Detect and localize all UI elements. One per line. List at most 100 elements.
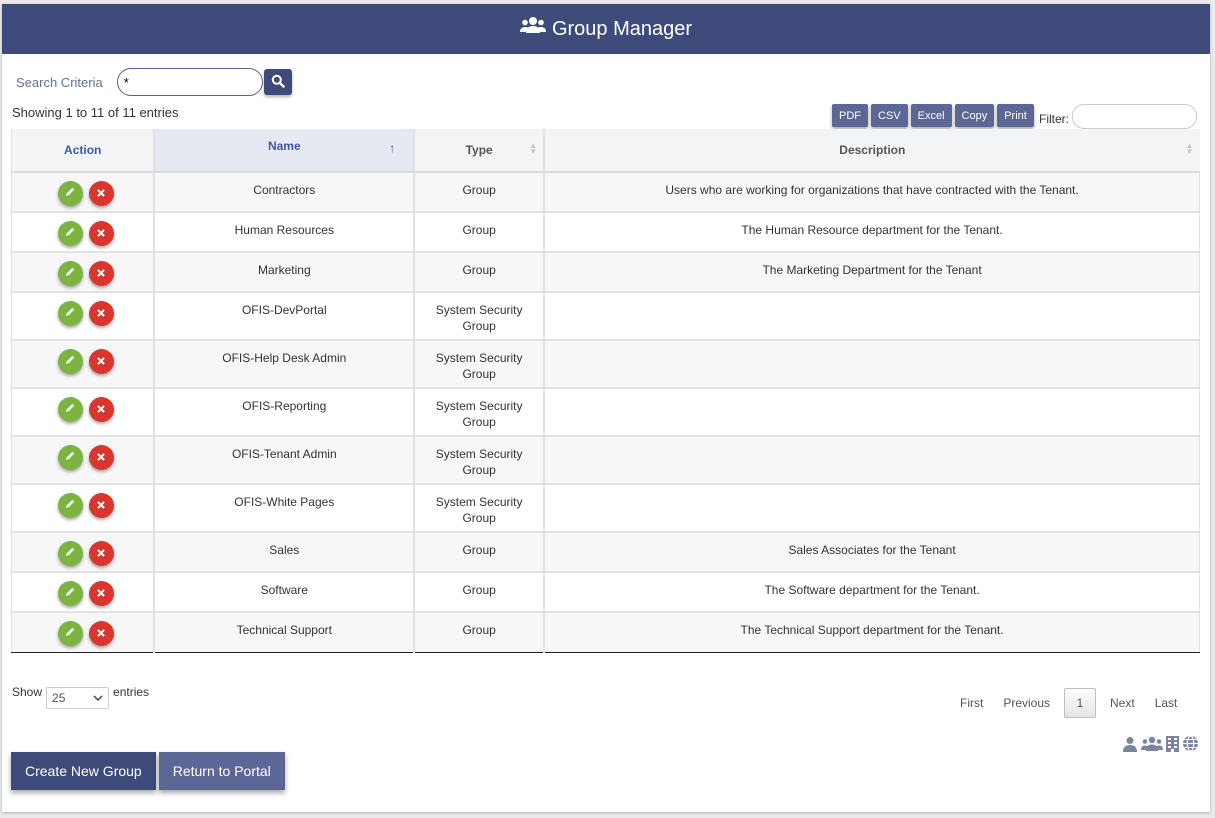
table-header-row: Action Name ↑ Type ▲ ▼ Description ▲ ▼ xyxy=(11,129,1200,173)
delete-button[interactable] xyxy=(88,181,114,206)
action-cell xyxy=(11,436,155,485)
type-cell: Group xyxy=(413,212,545,253)
table-row: OFIS-Tenant Admin System Security Group xyxy=(11,436,1201,485)
name-cell: OFIS-DevPortal xyxy=(153,292,415,341)
export-pdf-button[interactable]: PDF xyxy=(832,104,868,127)
name-cell: OFIS-Reporting xyxy=(153,388,415,437)
users-icon xyxy=(1141,736,1163,757)
table-row: Sales Group Sales Associates for the Tenan… xyxy=(11,532,1201,573)
edit-button[interactable] xyxy=(57,261,83,286)
search-label: Search Criteria xyxy=(16,74,103,90)
close-icon xyxy=(96,498,106,514)
table-row: OFIS-Reporting System Security Group xyxy=(11,388,1201,437)
type-cell: System Security Group xyxy=(413,484,545,533)
table-row: OFIS-White Pages System Security Group xyxy=(11,484,1201,533)
column-header-description[interactable]: Description ▲ ▼ xyxy=(543,129,1200,173)
action-cell xyxy=(11,532,155,573)
description-cell: The Marketing Department for the Tenant xyxy=(543,252,1201,293)
table-row: OFIS-DevPortal System Security Group xyxy=(11,292,1201,341)
close-icon xyxy=(96,626,106,642)
pagination-previous[interactable]: Previous xyxy=(993,696,1060,710)
delete-button[interactable] xyxy=(88,349,114,374)
pencil-icon xyxy=(64,354,76,370)
export-toolbar: PDF CSV Excel Copy Print xyxy=(832,104,1037,127)
action-cell xyxy=(11,572,155,613)
search-input[interactable] xyxy=(116,68,263,96)
delete-button[interactable] xyxy=(88,581,114,606)
delete-button[interactable] xyxy=(88,221,114,246)
filter-label: Filter: xyxy=(1039,111,1069,126)
return-to-portal-button[interactable]: Return to Portal xyxy=(158,752,285,790)
pagination-next[interactable]: Next xyxy=(1100,696,1145,710)
edit-button[interactable] xyxy=(57,541,83,566)
type-cell: System Security Group xyxy=(413,388,545,437)
column-header-type[interactable]: Type ▲ ▼ xyxy=(413,129,545,173)
print-button[interactable]: Print xyxy=(997,104,1034,127)
edit-button[interactable] xyxy=(57,581,83,606)
pencil-icon xyxy=(64,306,76,322)
filter-input[interactable] xyxy=(1072,104,1197,129)
bottom-actions: Create New Group Return to Portal xyxy=(11,752,288,790)
description-cell xyxy=(543,436,1201,485)
table-row: Software Group The Software department for… xyxy=(11,572,1201,613)
search-button[interactable] xyxy=(263,69,292,95)
search-icon xyxy=(271,74,285,91)
export-csv-button[interactable]: CSV xyxy=(871,104,908,127)
delete-button[interactable] xyxy=(88,541,114,566)
close-icon xyxy=(96,546,106,562)
table-row: Human Resources Group The Human Resource d… xyxy=(11,212,1201,253)
pencil-icon xyxy=(64,226,76,242)
delete-button[interactable] xyxy=(88,397,114,422)
description-cell xyxy=(543,292,1201,341)
pagination: First Previous 1 Next Last xyxy=(950,688,1187,718)
sort-ascending-icon: ↑ xyxy=(389,141,396,155)
close-icon xyxy=(96,402,106,418)
action-cell xyxy=(11,340,155,389)
pagination-page-1[interactable]: 1 xyxy=(1064,688,1097,718)
name-cell: Software xyxy=(153,572,415,613)
table-row: OFIS-Help Desk Admin System Security Grou… xyxy=(11,340,1201,389)
action-cell xyxy=(11,212,155,253)
action-cell xyxy=(11,388,155,437)
edit-button[interactable] xyxy=(57,301,83,326)
pencil-icon xyxy=(64,266,76,282)
type-cell: Group xyxy=(413,252,545,293)
delete-button[interactable] xyxy=(88,493,114,518)
action-cell xyxy=(11,484,155,533)
sort-icon: ▲ ▼ xyxy=(1185,141,1194,156)
edit-button[interactable] xyxy=(57,221,83,246)
table-row: Contractors Group Users who are working fo… xyxy=(11,172,1201,213)
page-title: Group Manager xyxy=(551,17,693,40)
edit-button[interactable] xyxy=(57,397,83,422)
edit-button[interactable] xyxy=(57,349,83,374)
page-header: Group Manager xyxy=(2,4,1210,54)
edit-button[interactable] xyxy=(57,445,83,470)
export-excel-button[interactable]: Excel xyxy=(910,104,952,127)
sort-icon: ▲ ▼ xyxy=(529,141,538,156)
pagination-first[interactable]: First xyxy=(950,696,993,710)
page-length-select[interactable]: 25 xyxy=(46,687,110,709)
edit-button[interactable] xyxy=(57,621,83,646)
delete-button[interactable] xyxy=(88,621,114,646)
delete-button[interactable] xyxy=(88,445,114,470)
type-legend xyxy=(1122,735,1199,757)
copy-button[interactable]: Copy xyxy=(954,104,995,127)
delete-button[interactable] xyxy=(88,301,114,326)
pencil-icon xyxy=(64,450,76,466)
users-icon xyxy=(519,16,552,42)
delete-button[interactable] xyxy=(88,261,114,286)
pagination-last[interactable]: Last xyxy=(1145,696,1188,710)
edit-button[interactable] xyxy=(57,493,83,518)
column-header-action: Action xyxy=(11,129,155,173)
globe-icon xyxy=(1182,735,1199,757)
name-cell: Technical Support xyxy=(153,612,415,653)
pencil-icon xyxy=(64,498,76,514)
name-cell: Sales xyxy=(153,532,415,573)
create-new-group-button[interactable]: Create New Group xyxy=(11,752,156,790)
close-icon xyxy=(96,266,106,282)
action-cell xyxy=(11,612,155,653)
description-cell: Sales Associates for the Tenant xyxy=(543,532,1201,573)
edit-button[interactable] xyxy=(57,181,83,206)
description-cell: Users who are working for organizations … xyxy=(543,172,1201,213)
column-header-name[interactable]: Name ↑ xyxy=(153,129,415,173)
